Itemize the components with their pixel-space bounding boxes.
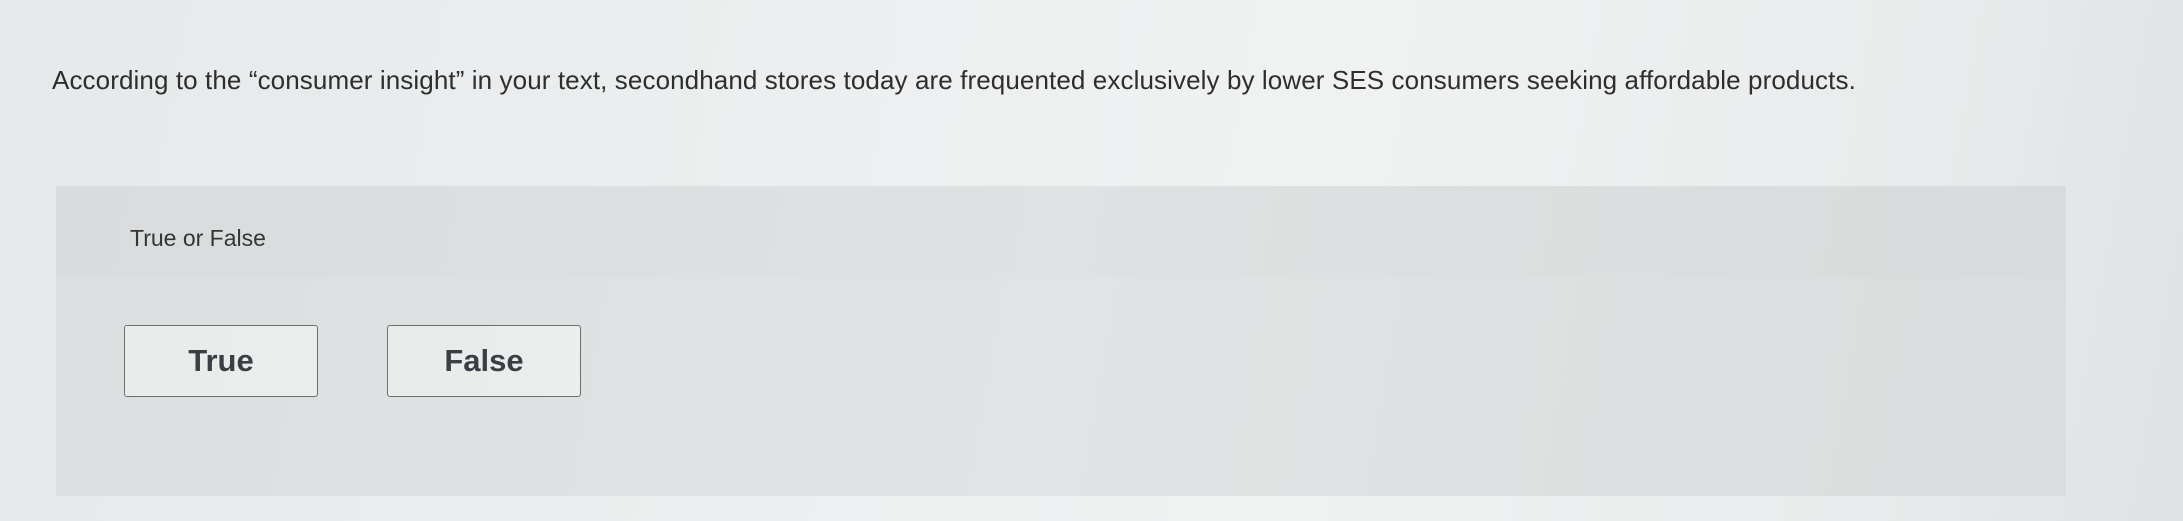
quiz-page: According to the “consumer insight” in y…	[0, 0, 2183, 521]
answer-panel-header: True or False	[56, 186, 2066, 278]
true-button[interactable]: True	[124, 325, 318, 397]
false-button[interactable]: False	[387, 325, 581, 397]
question-prompt: According to the “consumer insight” in y…	[52, 65, 1856, 95]
answer-panel: True or False True False	[56, 186, 2066, 496]
question-type-label: True or False	[130, 225, 266, 251]
